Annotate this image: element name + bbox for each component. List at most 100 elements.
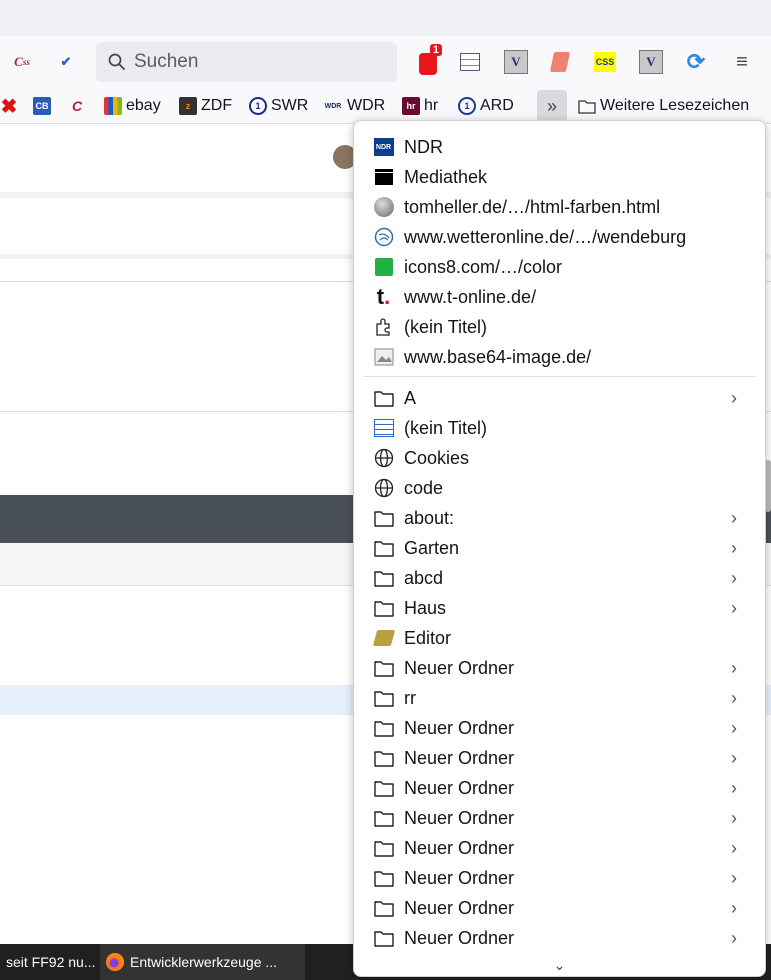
- shopping-bag-icon: [104, 97, 122, 115]
- folder-icon: [578, 100, 596, 114]
- menu-item-label: tomheller.de/…/html-farben.html: [404, 196, 661, 217]
- menu-item-tomheller-de-html-farben-html[interactable]: tomheller.de/…/html-farben.html: [354, 192, 765, 222]
- bookmark-x[interactable]: ✖: [0, 94, 18, 118]
- search-placeholder: Suchen: [134, 51, 199, 72]
- bookmark-zdf[interactable]: z ZDF: [179, 94, 232, 118]
- taskbar-item[interactable]: seit FF92 nu...: [0, 944, 101, 980]
- menu-item-neuer-ordner[interactable]: Neuer Ordner ›: [354, 833, 765, 863]
- menu-item-kein-titel[interactable]: (kein Titel): [354, 312, 765, 342]
- sync-icon[interactable]: ⟳: [684, 49, 708, 74]
- firefox-icon: [106, 953, 124, 971]
- swr-icon: 1: [249, 97, 267, 115]
- menu-item-a[interactable]: A ›: [354, 383, 765, 413]
- wdr-icon: WDR: [324, 102, 342, 110]
- menu-item-mediathek[interactable]: Mediathek: [354, 162, 765, 192]
- menu-item-abcd[interactable]: abcd ›: [354, 563, 765, 593]
- folder-icon: [373, 598, 394, 619]
- folder-icon: [373, 718, 394, 739]
- bookmark-ard[interactable]: 1 ARD: [458, 94, 514, 118]
- menu-item-label: www.wetteronline.de/…/wendeburg: [404, 226, 687, 247]
- ard-icon: 1: [458, 97, 476, 115]
- menu-item-label: Neuer Ordner: [404, 747, 515, 768]
- menu-item-cookies[interactable]: Cookies: [354, 443, 765, 473]
- scroll-down-arrow[interactable]: ⌄: [354, 957, 765, 974]
- bookmark-hr[interactable]: hr hr: [402, 94, 438, 118]
- menu-item-editor[interactable]: Editor: [354, 623, 765, 653]
- scroll-icon[interactable]: [548, 50, 572, 74]
- menu-item-label: Neuer Ordner: [404, 657, 515, 678]
- cb-icon: CB: [33, 97, 51, 115]
- menu-item-neuer-ordner[interactable]: Neuer Ordner ›: [354, 713, 765, 743]
- menu-item-rr[interactable]: rr ›: [354, 683, 765, 713]
- t-online-icon: t.: [376, 284, 391, 309]
- menu-item-label: Neuer Ordner: [404, 867, 515, 888]
- chevron-right-icon: ›: [731, 507, 737, 528]
- v-validator-icon[interactable]: V: [504, 50, 528, 74]
- bookmark-label: ZDF: [201, 97, 233, 114]
- folder-icon: [373, 568, 394, 589]
- menu-item-label: Garten: [404, 537, 460, 558]
- puzzle-icon: [373, 317, 394, 338]
- chevron-right-icon: ›: [731, 897, 737, 918]
- w3c-validator-icon[interactable]: ✔: [54, 50, 78, 74]
- chevron-right-icon: ›: [731, 777, 737, 798]
- css-validator-icon[interactable]: Css: [10, 50, 34, 74]
- bookmark-ebay[interactable]: ebay: [104, 94, 161, 118]
- menu-item-garten[interactable]: Garten ›: [354, 533, 765, 563]
- css-icon[interactable]: CSS: [594, 52, 616, 72]
- more-bookmarks-chevron[interactable]: »: [537, 90, 567, 122]
- tab-strip: [0, 0, 771, 36]
- menu-item-neuer-ordner[interactable]: Neuer Ordner ›: [354, 773, 765, 803]
- menu-item-neuer-ordner[interactable]: Neuer Ordner ›: [354, 743, 765, 773]
- taskbar-item-label: seit FF92 nu...: [6, 954, 96, 970]
- folder-icon: [373, 928, 394, 949]
- chevron-right-icon: ›: [731, 927, 737, 948]
- menu-item-haus[interactable]: Haus ›: [354, 593, 765, 623]
- chevron-right-icon: ›: [731, 387, 737, 408]
- bookmark-wdr[interactable]: WDR WDR: [323, 94, 386, 118]
- menu-item-kein-titel[interactable]: (kein Titel): [354, 413, 765, 443]
- menu-item-neuer-ordner[interactable]: Neuer Ordner ›: [354, 803, 765, 833]
- menu-item-icons8-com-color[interactable]: icons8.com/…/color: [354, 252, 765, 282]
- notepad-icon: [372, 628, 395, 649]
- menu-icon[interactable]: ≡: [730, 50, 754, 74]
- menu-item-code[interactable]: code: [354, 473, 765, 503]
- menu-item-label: Haus: [404, 597, 447, 618]
- folder-icon: [373, 688, 394, 709]
- menu-item-about[interactable]: about: ›: [354, 503, 765, 533]
- folder-icon: [373, 898, 394, 919]
- globe-icon: [373, 448, 394, 469]
- menu-item-label: Neuer Ordner: [404, 837, 515, 858]
- hr-icon: hr: [402, 97, 420, 115]
- bookmark-swr[interactable]: 1 SWR: [249, 94, 308, 118]
- notification-icon[interactable]: 1: [416, 44, 442, 75]
- menu-item-label: Cookies: [404, 447, 470, 468]
- bookmark-css[interactable]: C: [68, 94, 86, 118]
- menu-item-neuer-ordner[interactable]: Neuer Ordner ›: [354, 893, 765, 923]
- chevron-right-icon: ›: [731, 867, 737, 888]
- menu-item-www-t-online-de[interactable]: t. www.t-online.de/: [354, 282, 765, 312]
- menu-item-label: (kein Titel): [404, 417, 488, 438]
- bookmark-cb[interactable]: CB: [33, 94, 51, 118]
- menu-item-www-base64-image-de[interactable]: www.base64-image.de/: [354, 342, 765, 372]
- v-validator-icon-2[interactable]: V: [639, 50, 663, 74]
- icons8-icon: [373, 257, 394, 278]
- menu-item-label: A: [404, 387, 417, 408]
- chevron-right-icon: ›: [731, 597, 737, 618]
- ndr-icon: NDR: [373, 137, 394, 158]
- sphere-icon: [373, 197, 394, 218]
- menu-item-www-wetteronline-de-wendeburg[interactable]: www.wetteronline.de/…/wendeburg: [354, 222, 765, 252]
- other-bookmarks-button[interactable]: Weitere Lesezeichen: [578, 94, 749, 118]
- folder-icon: [373, 868, 394, 889]
- weather-icon: [373, 227, 394, 248]
- search-input[interactable]: Suchen: [96, 42, 397, 82]
- menu-item-ndr[interactable]: NDR NDR: [354, 132, 765, 162]
- table-check-icon[interactable]: [458, 50, 482, 74]
- taskbar-item[interactable]: Entwicklerwerkzeuge ...: [100, 944, 305, 980]
- menu-item-neuer-ordner[interactable]: Neuer Ordner ›: [354, 923, 765, 953]
- taskbar-item-label: Entwicklerwerkzeuge ...: [130, 954, 278, 970]
- menu-item-neuer-ordner[interactable]: Neuer Ordner ›: [354, 653, 765, 683]
- menu-item-label: www.t-online.de/: [404, 286, 537, 307]
- menu-item-neuer-ordner[interactable]: Neuer Ordner ›: [354, 863, 765, 893]
- other-bookmarks-label: Weitere Lesezeichen: [600, 97, 750, 114]
